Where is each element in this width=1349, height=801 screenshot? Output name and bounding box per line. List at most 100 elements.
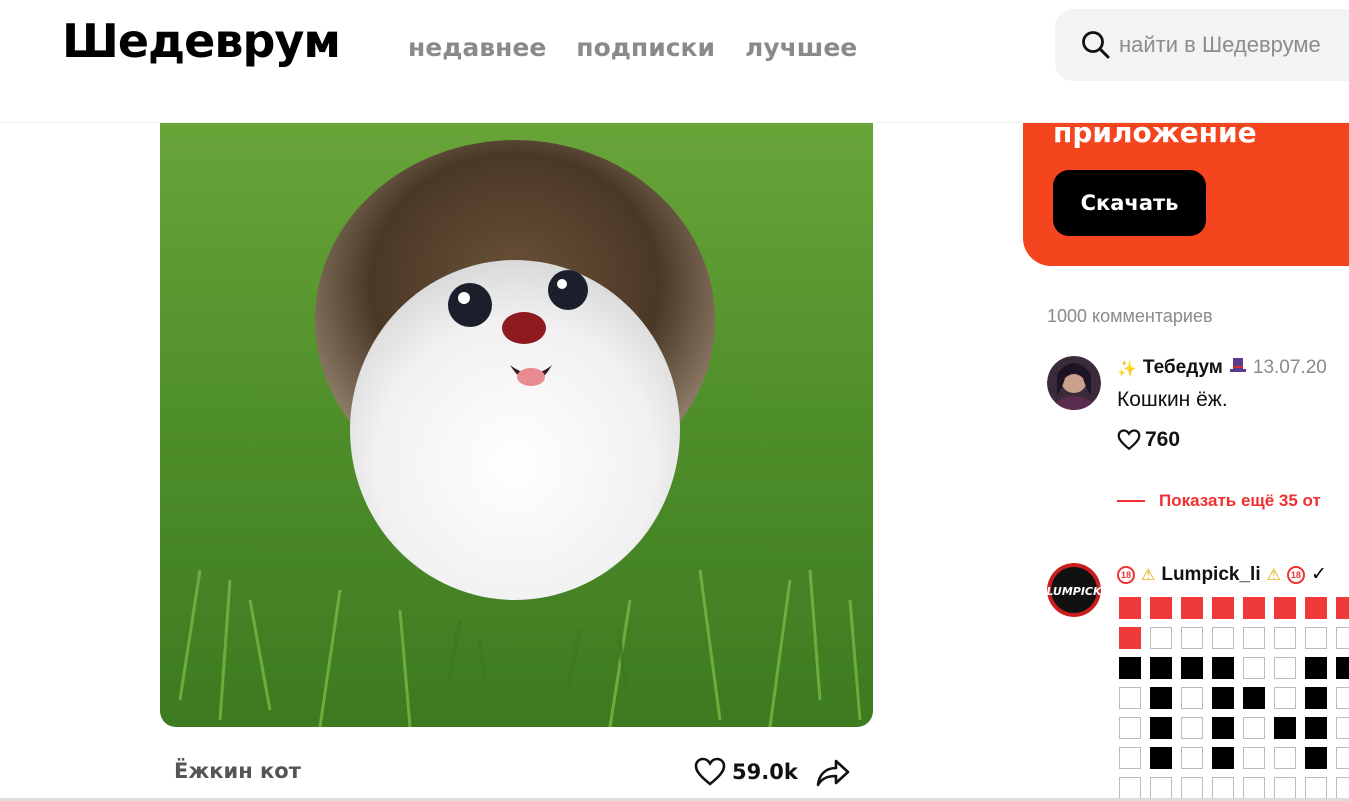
grid-cell [1336,717,1349,739]
grid-cell [1181,687,1203,709]
warning-icon: ⚠ [1141,565,1156,584]
grid-cell [1243,687,1265,709]
grid-cell [1150,717,1172,739]
grid-cell [1336,627,1349,649]
hedgehog-illustration [160,100,873,727]
top-hat-icon [1229,356,1247,380]
grid-cell [1274,597,1296,619]
grid-cell [1243,777,1265,799]
search-box[interactable] [1055,9,1349,81]
site-logo[interactable]: Шедеврум [62,14,341,68]
grid-cell [1243,747,1265,769]
top-header: Шедеврум недавнее подписки лучшее [0,0,1349,123]
grid-cell [1336,597,1349,619]
grid-cell [1181,597,1203,619]
grid-cell [1119,747,1141,769]
grid-cell [1274,747,1296,769]
show-more-replies[interactable]: Показать ещё 35 от [1117,491,1321,511]
comment-header: ✨ Тебедум 13.07.20 [1117,356,1327,380]
share-button[interactable] [816,757,850,789]
show-more-label: Показать ещё 35 от [1159,491,1321,510]
grid-cell [1181,777,1203,799]
like-button[interactable]: 59.0k [694,757,798,787]
grid-cell [1150,687,1172,709]
comment-like-count: 760 [1145,428,1181,451]
check-icon: ✓ [1310,564,1327,585]
age-18-badge-icon: 18 [1117,565,1135,584]
grid-cell [1305,597,1327,619]
grid-cell [1150,597,1172,619]
grid-cell [1274,627,1296,649]
comment-item: ✨ Тебедум 13.07.20 Кошкин ёж. 760 [1047,356,1349,466]
comments-count: 1000 комментариев [1047,306,1213,326]
post-image[interactable] [160,100,873,727]
grid-cell [1181,717,1203,739]
grid-cell [1336,657,1349,679]
grid-cell [1243,597,1265,619]
grid-cell [1336,747,1349,769]
warning-icon: ⚠ [1266,565,1281,584]
grid-cell [1212,747,1234,769]
app-promo-banner: приложение Скачать [1023,100,1349,266]
comment-author[interactable]: Тебедум [1143,357,1223,379]
main-nav: недавнее подписки лучшее [408,33,857,62]
avatar-logo-text: LUMPICK [1047,585,1101,598]
nav-recent[interactable]: недавнее [408,33,546,62]
grid-cell [1305,747,1327,769]
share-icon [816,759,850,787]
comment-header: 18 ⚠ Lumpick_li ⚠ 18 ✓ [1117,563,1327,586]
grid-cell [1243,657,1265,679]
grid-cell [1212,717,1234,739]
grid-cell [1212,657,1234,679]
like-count: 59.0k [732,760,798,784]
show-more-dash [1117,500,1145,502]
grid-cell [1181,747,1203,769]
avatar[interactable]: LUMPICK [1047,563,1101,617]
grid-cell [1243,627,1265,649]
grid-cell [1336,777,1349,799]
grid-cell [1181,657,1203,679]
grid-cell [1305,687,1327,709]
search-input[interactable] [1119,32,1349,58]
grid-cell [1212,627,1234,649]
grid-cell [1274,687,1296,709]
comment-author[interactable]: Lumpick_li [1161,564,1260,586]
grid-cell [1119,717,1141,739]
grid-cell [1212,687,1234,709]
download-button[interactable]: Скачать [1053,170,1206,236]
grid-cell [1150,777,1172,799]
grid-cell [1119,687,1141,709]
comment-text: Кошкин ёж. [1117,388,1228,411]
grid-cell [1274,717,1296,739]
post-footer: Ёжкин кот 59.0k [160,745,873,801]
nav-best[interactable]: лучшее [745,33,857,62]
grid-cell [1212,597,1234,619]
grid-cell [1305,717,1327,739]
grid-cell [1274,657,1296,679]
grid-cell [1181,627,1203,649]
grid-cell [1119,627,1141,649]
grid-cell [1150,747,1172,769]
grid-cell [1212,777,1234,799]
comment-like-button[interactable]: 760 [1117,428,1180,452]
heart-icon [1117,429,1141,451]
grid-cell [1119,597,1141,619]
search-icon [1081,28,1111,62]
heart-icon [694,757,726,786]
age-18-badge-icon: 18 [1286,565,1305,584]
grid-cell [1305,657,1327,679]
grid-cell [1150,657,1172,679]
grid-cell [1119,657,1141,679]
grid-cell [1150,627,1172,649]
nav-subscriptions[interactable]: подписки [576,33,715,62]
grid-cell [1305,627,1327,649]
grid-cell [1243,717,1265,739]
avatar[interactable] [1047,356,1101,410]
grid-cell [1336,687,1349,709]
comment-date: 13.07.20 [1252,357,1327,378]
grid-cell [1305,777,1327,799]
post-title: Ёжкин кот [174,759,301,783]
grid-cell [1119,777,1141,799]
magic-wand-icon: ✨ [1117,358,1137,378]
grid-cell [1274,777,1296,799]
